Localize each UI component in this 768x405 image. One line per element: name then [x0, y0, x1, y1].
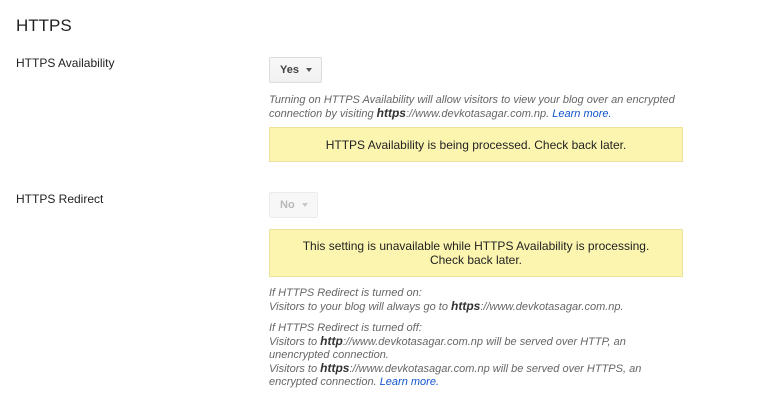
section-title: HTTPS: [16, 16, 72, 35]
https-redirect-off-help: If HTTPS Redirect is turned off: Visitor…: [269, 322, 669, 389]
https-availability-label: HTTPS Availability: [16, 56, 115, 70]
redirect-on-text-1: Visitors to your blog will always go to: [269, 301, 451, 313]
notice-text: HTTPS Availability is being processed. C…: [325, 137, 627, 152]
https-redirect-select-value: No: [280, 199, 295, 211]
https-redirect-select[interactable]: No: [269, 192, 318, 218]
https-availability-help: Turning on HTTPS Availability will allow…: [269, 94, 689, 121]
off-line-1-bold: http: [320, 334, 343, 348]
redirect-on-text: Visitors to your blog will always go to …: [269, 300, 689, 314]
help-bold-https: https: [376, 106, 406, 120]
redirect-on-text-2: ://www.devkotasagar.com.np.: [480, 301, 624, 313]
https-redirect-on-help: If HTTPS Redirect is turned on: Visitors…: [269, 287, 689, 314]
redirect-off-line-1: Visitors to http://www.devkotasagar.com.…: [269, 335, 669, 362]
redirect-off-line-2: Visitors to https://www.devkotasagar.com…: [269, 362, 669, 389]
https-availability-select[interactable]: Yes: [269, 57, 322, 83]
https-redirect-label: HTTPS Redirect: [16, 192, 104, 206]
help-text-url: ://www.devkotasagar.com.np.: [405, 108, 553, 120]
chevron-down-icon: [301, 203, 308, 207]
https-settings-page: HTTPS HTTPS Availability Yes Turning on …: [0, 0, 768, 405]
redirect-on-bold: https: [451, 299, 481, 313]
learn-more-link[interactable]: Learn more.: [552, 108, 611, 120]
learn-more-link[interactable]: Learn more.: [380, 376, 439, 388]
off-line-2-bold: https: [320, 361, 350, 375]
off-line-2-pre: Visitors to: [269, 363, 321, 375]
notice-line-1: This setting is unavailable while HTTPS …: [302, 239, 650, 253]
chevron-down-icon: [305, 68, 312, 72]
https-availability-notice: HTTPS Availability is being processed. C…: [269, 127, 683, 162]
https-availability-select-value: Yes: [280, 64, 299, 76]
off-line-1-pre: Visitors to: [269, 336, 321, 348]
notice-line-2: Check back later.: [429, 253, 523, 267]
https-redirect-notice: This setting is unavailable while HTTPS …: [269, 229, 683, 277]
